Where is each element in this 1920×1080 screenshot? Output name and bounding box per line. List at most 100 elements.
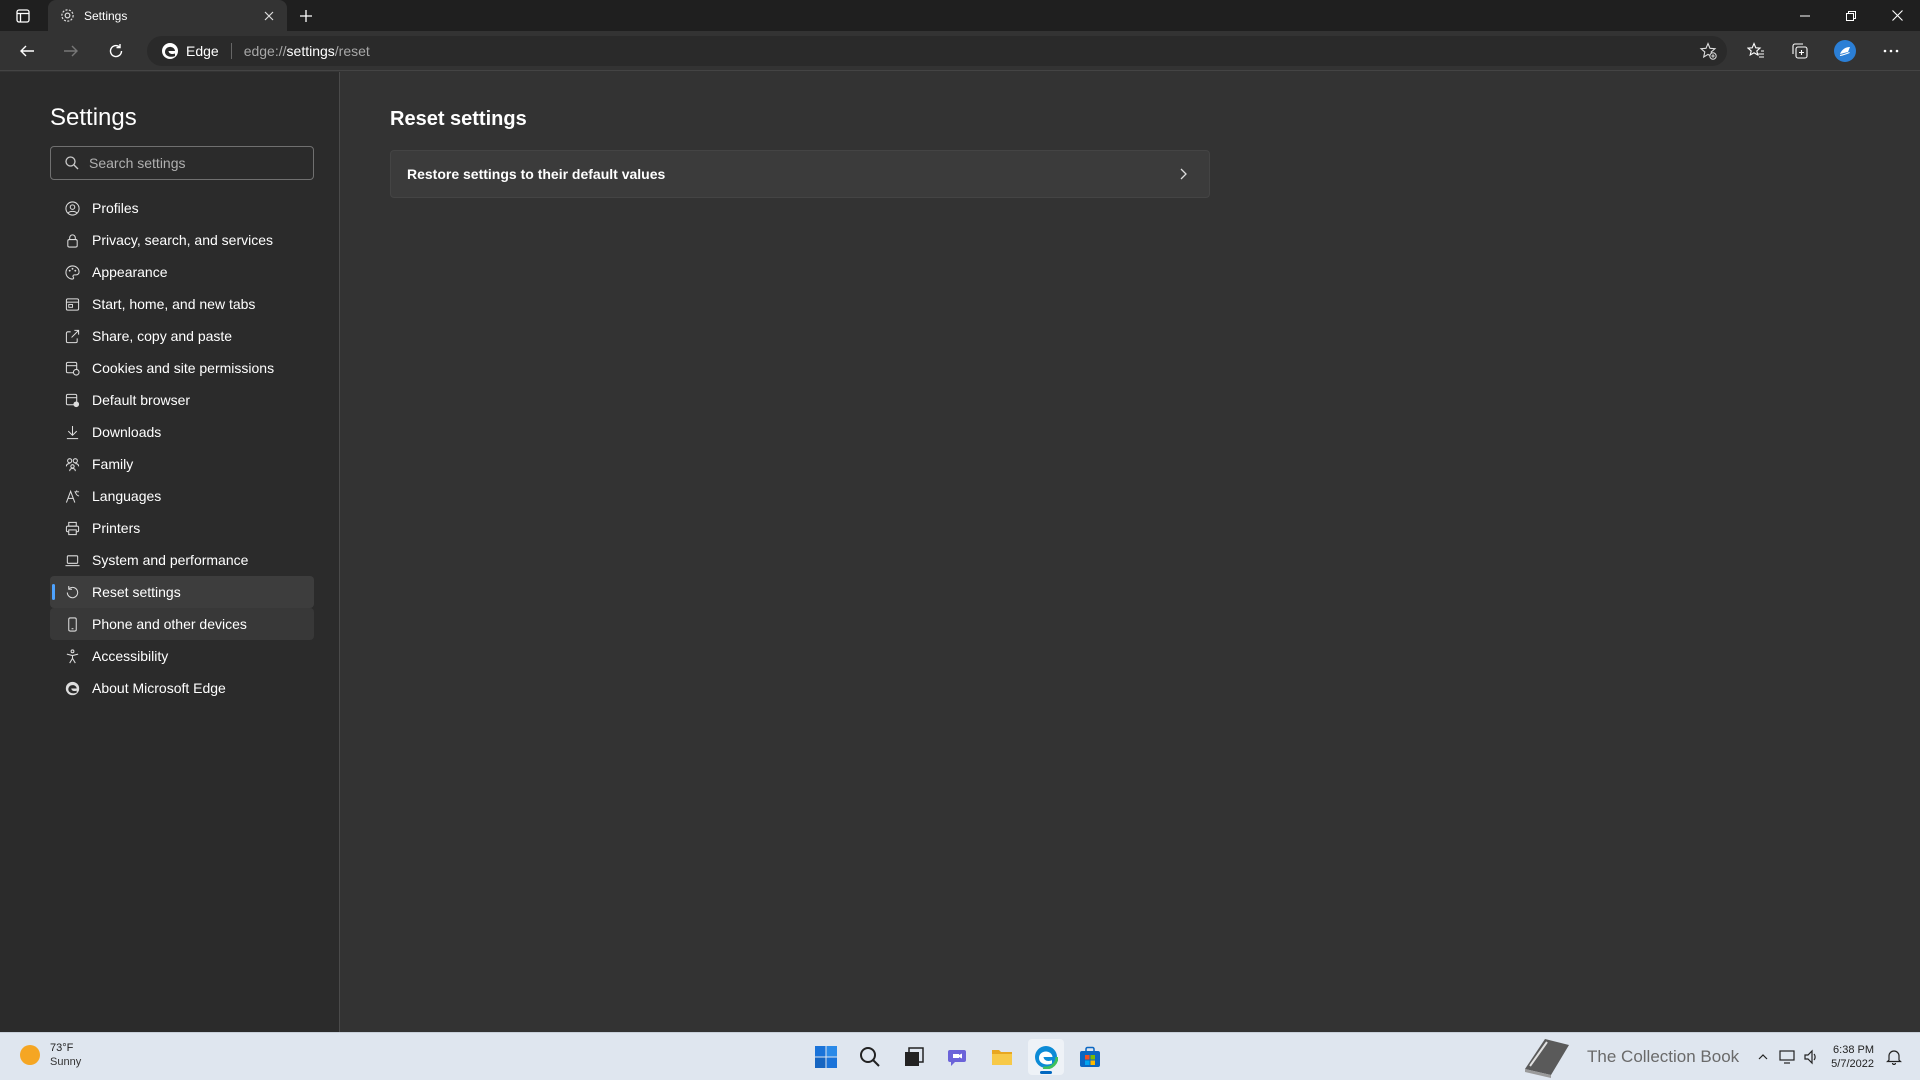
share-icon — [64, 328, 80, 344]
sidebar-item-appearance[interactable]: Appearance — [50, 256, 314, 288]
weather-condition: Sunny — [50, 1056, 82, 1068]
back-button[interactable] — [12, 36, 42, 66]
sidebar-item-label: Reset settings — [92, 584, 181, 600]
clock-time: 6:38 PM — [1833, 1044, 1874, 1056]
edge-taskbar-button[interactable] — [1028, 1039, 1064, 1075]
start-button[interactable] — [808, 1039, 844, 1075]
arrow-left-icon — [20, 45, 34, 57]
minimize-button[interactable] — [1782, 0, 1828, 31]
search-taskbar-button[interactable] — [852, 1039, 888, 1075]
sidebar-item-reset[interactable]: Reset settings — [50, 576, 314, 608]
sidebar-item-downloads[interactable]: Downloads — [50, 416, 314, 448]
tab-title: Settings — [84, 8, 128, 23]
chat-icon — [948, 1050, 966, 1066]
file-explorer-button[interactable] — [984, 1039, 1020, 1075]
sidebar-item-label: Languages — [92, 488, 162, 504]
window-controls — [1782, 0, 1920, 31]
sidebar-item-phone[interactable]: Phone and other devices — [50, 608, 314, 640]
sidebar-item-about[interactable]: About Microsoft Edge — [50, 672, 314, 704]
profile-icon — [64, 200, 80, 216]
profile-avatar-icon — [1839, 47, 1850, 56]
favorites-icon — [1747, 42, 1764, 58]
sidebar-title: Settings — [50, 104, 137, 131]
chevron-up-icon[interactable] — [1753, 1047, 1773, 1067]
profile-button[interactable] — [1830, 36, 1860, 66]
site-label: Edge — [186, 43, 219, 59]
sidebar-item-label: Profiles — [92, 200, 139, 216]
store-button[interactable] — [1072, 1039, 1108, 1075]
folder-icon — [992, 1050, 1012, 1065]
home-tabs-icon — [64, 296, 80, 312]
sidebar-item-label: Accessibility — [92, 648, 169, 664]
new-tab-button[interactable] — [294, 4, 318, 28]
close-icon — [264, 11, 274, 20]
notification-icon[interactable] — [1884, 1047, 1904, 1067]
task-view-icon — [905, 1047, 924, 1066]
address-bar[interactable]: Edge edge://settings/reset — [147, 36, 1727, 66]
refresh-icon — [109, 44, 123, 58]
search-input[interactable] — [89, 155, 289, 171]
close-icon — [1891, 10, 1903, 21]
printer-icon — [64, 520, 80, 536]
tab-settings[interactable]: Settings — [48, 0, 287, 31]
sidebar-item-languages[interactable]: Languages — [50, 480, 314, 512]
sidebar-item-accessibility[interactable]: Accessibility — [50, 640, 314, 672]
restore-defaults-button[interactable]: Restore settings to their default values — [390, 150, 1210, 198]
system-tray: The Collection Book 6:38 PM 5/7/2022 — [1521, 1039, 1906, 1078]
refresh-button[interactable] — [101, 36, 131, 66]
more-icon — [1883, 49, 1899, 53]
minimize-icon — [1800, 15, 1810, 16]
plus-icon — [300, 10, 312, 22]
sidebar-item-share[interactable]: Share, copy and paste — [50, 320, 314, 352]
page-title: Reset settings — [390, 108, 527, 130]
sidebar-item-printers[interactable]: Printers — [50, 512, 314, 544]
settings-nav: Profiles Privacy, search, and services A… — [50, 192, 314, 704]
search-icon — [860, 1047, 880, 1067]
sidebar-item-default-browser[interactable]: Default browser — [50, 384, 314, 416]
volume-icon[interactable] — [1801, 1047, 1821, 1067]
language-icon — [64, 488, 80, 504]
avatar — [1834, 40, 1856, 62]
phone-icon — [64, 616, 80, 632]
store-icon — [1080, 1046, 1100, 1067]
add-favorite-icon[interactable] — [1699, 42, 1717, 60]
clock-date: 5/7/2022 — [1831, 1058, 1874, 1070]
gear-icon — [58, 7, 76, 25]
weather-widget[interactable]: 73°F Sunny — [20, 1041, 81, 1069]
collections-icon — [1792, 43, 1808, 59]
collections-button[interactable] — [1785, 36, 1815, 66]
watermark-text: The Collection Book — [1587, 1047, 1740, 1066]
restore-button[interactable] — [1828, 0, 1874, 31]
sidebar-item-label: Phone and other devices — [92, 616, 247, 632]
reset-icon — [64, 584, 80, 600]
edge-icon — [64, 680, 80, 696]
lock-icon — [64, 232, 80, 248]
favorites-button[interactable] — [1741, 36, 1771, 66]
task-view-button[interactable] — [896, 1039, 932, 1075]
sidebar-item-privacy[interactable]: Privacy, search, and services — [50, 224, 314, 256]
sidebar-item-profiles[interactable]: Profiles — [50, 192, 314, 224]
close-window-button[interactable] — [1874, 0, 1920, 31]
sidebar-item-start-home[interactable]: Start, home, and new tabs — [50, 288, 314, 320]
sidebar-item-label: Downloads — [92, 424, 162, 440]
sidebar-item-system[interactable]: System and performance — [50, 544, 314, 576]
tab-actions-button[interactable] — [10, 5, 36, 27]
taskbar-apps — [808, 1039, 1116, 1075]
windows-icon — [815, 1046, 837, 1068]
sidebar-item-label: Default browser — [92, 392, 191, 408]
url-text: edge://settings/reset — [243, 43, 370, 59]
arrow-right-icon — [64, 45, 78, 57]
search-box — [50, 146, 314, 180]
sidebar-item-cookies[interactable]: Cookies and site permissions — [50, 352, 314, 384]
settings-sidebar: Settings Profiles Privacy, search, and s… — [0, 72, 340, 1032]
chat-button[interactable] — [940, 1039, 976, 1075]
more-menu-button[interactable] — [1876, 36, 1906, 66]
palette-icon — [64, 264, 80, 280]
forward-button[interactable] — [56, 36, 86, 66]
clock[interactable]: 6:38 PM 5/7/2022 — [1831, 1043, 1874, 1071]
sidebar-item-label: Cookies and site permissions — [92, 360, 275, 376]
sidebar-item-family[interactable]: Family — [50, 448, 314, 480]
tab-close-button[interactable] — [259, 6, 279, 26]
network-icon[interactable] — [1777, 1047, 1797, 1067]
sidebar-item-label: Family — [92, 456, 134, 472]
